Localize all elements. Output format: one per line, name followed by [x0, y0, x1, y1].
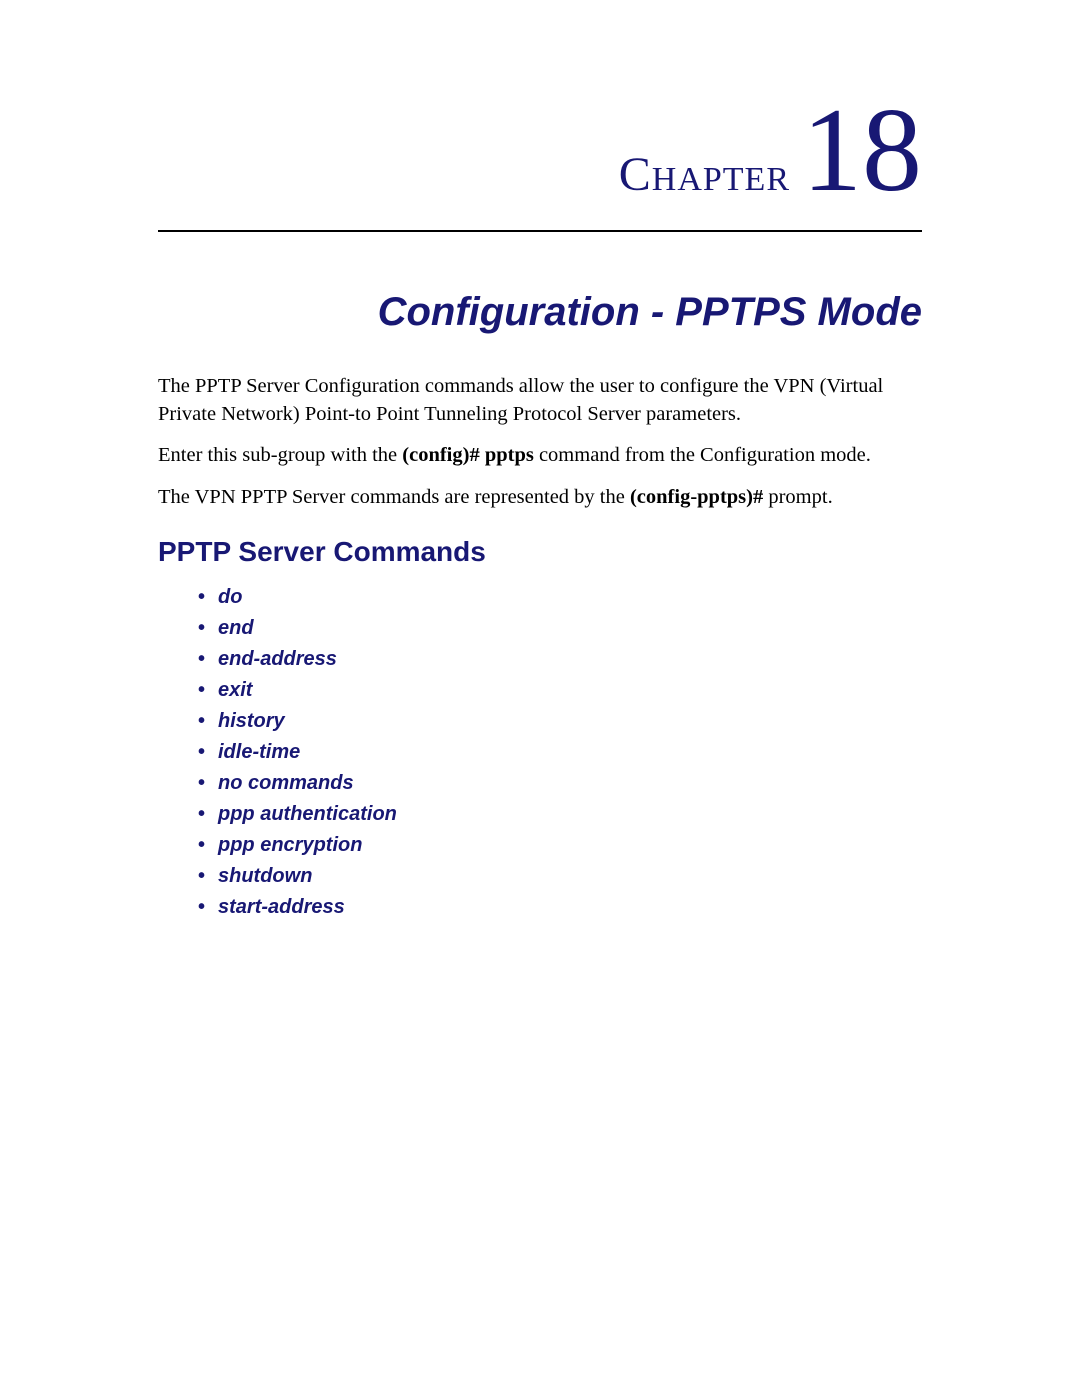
command-item: do — [198, 582, 922, 613]
page-title: Configuration - PPTPS Mode — [158, 290, 922, 335]
p2-post: command from the Configuration mode. — [534, 444, 871, 466]
page-container: Chapter 18 Configuration - PPTPS Mode Th… — [0, 0, 1080, 923]
chapter-number: 18 — [802, 90, 922, 210]
section-heading: PPTP Server Commands — [158, 536, 922, 568]
p3-post: prompt. — [763, 486, 832, 508]
command-item: history — [198, 706, 922, 737]
command-item: no commands — [198, 768, 922, 799]
intro-paragraph-2: Enter this sub-group with the (config)# … — [158, 442, 922, 470]
intro-paragraph-1: The PPTP Server Configuration commands a… — [158, 373, 922, 428]
command-item: ppp authentication — [198, 799, 922, 830]
intro-paragraph-3: The VPN PPTP Server commands are represe… — [158, 484, 922, 512]
command-item: start-address — [198, 892, 922, 923]
command-item: idle-time — [198, 737, 922, 768]
divider — [158, 230, 922, 232]
command-item: shutdown — [198, 861, 922, 892]
p2-bold: (config)# pptps — [402, 444, 534, 466]
chapter-label: Chapter — [619, 147, 790, 202]
command-list: do end end-address exit history idle-tim… — [158, 582, 922, 923]
command-item: ppp encryption — [198, 830, 922, 861]
p3-pre: The VPN PPTP Server commands are represe… — [158, 486, 630, 508]
command-item: end — [198, 613, 922, 644]
p2-pre: Enter this sub-group with the — [158, 444, 402, 466]
command-item: exit — [198, 675, 922, 706]
command-item: end-address — [198, 644, 922, 675]
p3-bold: (config-pptps)# — [630, 486, 763, 508]
chapter-header: Chapter 18 — [158, 90, 922, 210]
